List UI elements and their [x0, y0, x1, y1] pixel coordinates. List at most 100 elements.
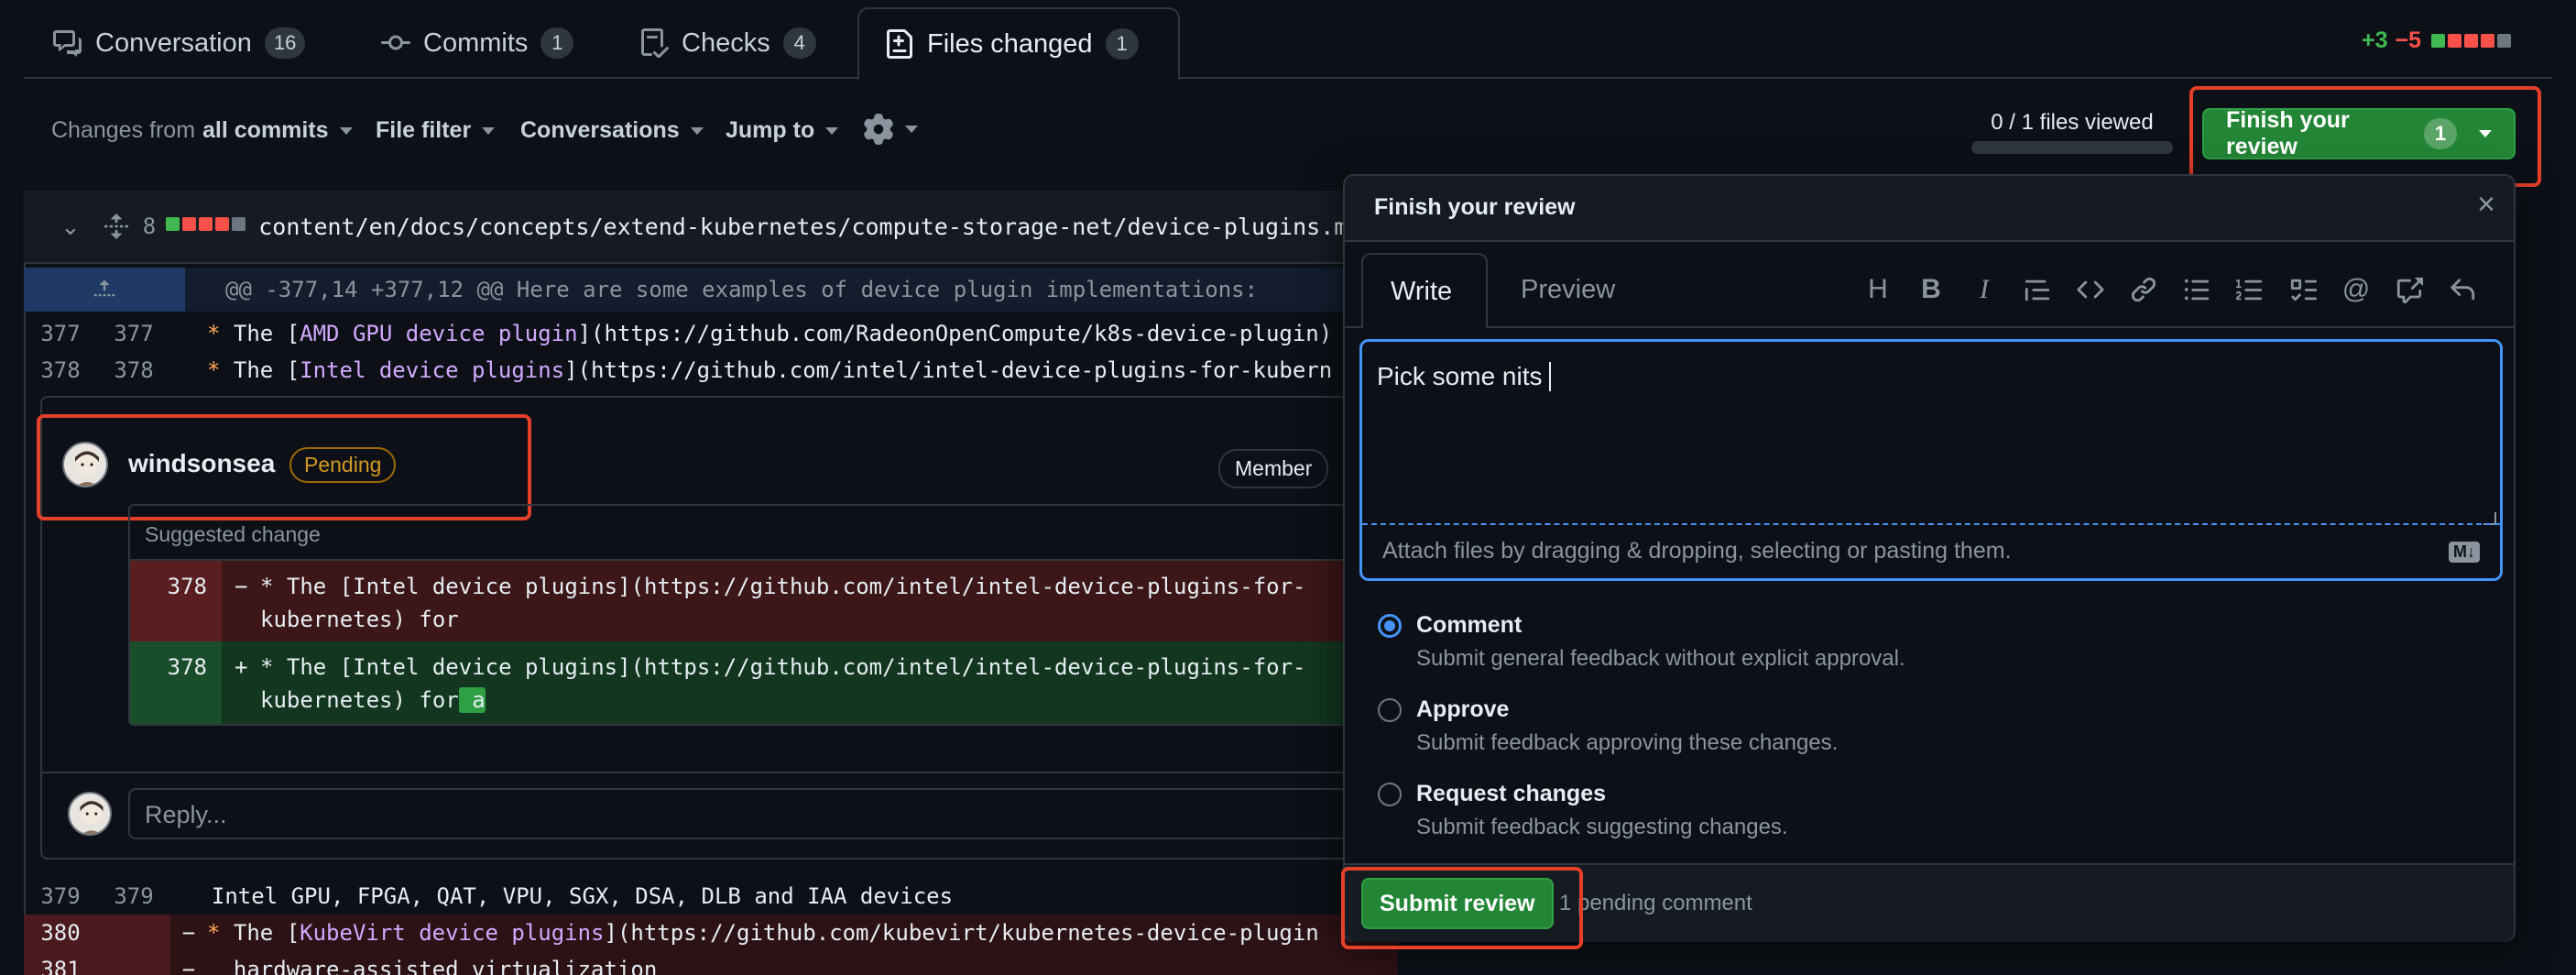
code-text: The [ [220, 357, 300, 383]
divider [1345, 326, 2514, 328]
suggestion-deleted-line: 378 − * The [Intel device plugins](https… [130, 561, 1411, 641]
task-list-icon[interactable] [2285, 271, 2321, 308]
pending-comment-count: 1 pending comment [1559, 891, 1752, 915]
new-line-number [97, 915, 170, 951]
unfold-icon[interactable] [103, 213, 130, 240]
code-text: ](https://github.com/intel/intel-device-… [564, 357, 1333, 383]
code-link-text: AMD GPU device plugin [300, 321, 578, 346]
option-request-changes-title: Request changes [1416, 781, 1607, 806]
changes-from-prefix: Changes from [51, 117, 196, 143]
diff-line-deleted: 381 − hardware-assisted virtualization [24, 951, 1398, 975]
new-line-number[interactable]: 377 [97, 321, 170, 346]
ordered-list-icon[interactable] [2232, 271, 2268, 308]
tab-checks-count: 4 [782, 27, 816, 59]
expand-up-button[interactable] [24, 268, 185, 312]
close-icon[interactable]: × [2477, 187, 2495, 223]
suggestion-added-line: 378 + * The [Intel device plugins](https… [130, 641, 1411, 724]
tab-write[interactable]: Write [1361, 253, 1488, 328]
reply-input[interactable]: Reply... [128, 788, 1411, 839]
chevron-down-icon [482, 126, 496, 135]
mention-icon[interactable]: @ [2338, 271, 2374, 308]
dialog-header: Finish your review × [1345, 176, 2514, 242]
new-line-number[interactable]: 379 [97, 883, 170, 909]
comment-discussion-icon [53, 30, 82, 57]
tab-commits-label: Commits [423, 27, 529, 58]
reply-icon[interactable] [2444, 271, 2481, 308]
text-cursor [1549, 362, 1552, 391]
radio-request-changes[interactable] [1378, 783, 1402, 806]
review-body-editor[interactable]: Pick some nits Attach files by dragging … [1359, 339, 2503, 581]
bullet-star: * [207, 920, 221, 946]
bullet-star: * [207, 357, 221, 383]
reply-placeholder: Reply... [145, 801, 227, 828]
diff-line-deleted: 380 − * The [KubeVirt device plugins](ht… [24, 915, 1398, 951]
tab-write-label: Write [1391, 277, 1453, 306]
hunk-header-text: @@ -377,14 +377,12 @@ Here are some exam… [225, 277, 1259, 302]
option-request-changes[interactable]: Request changes Submit feedback suggesti… [1378, 781, 1788, 840]
markdown-icon: M↓ [2449, 542, 2480, 563]
added-word-highlight: a [458, 687, 486, 713]
attach-files-hint[interactable]: Attach files by dragging & dropping, sel… [1382, 538, 2012, 564]
quote-icon[interactable] [2019, 271, 2056, 308]
bullet-star: * [207, 321, 221, 346]
old-line-number[interactable]: 377 [24, 321, 97, 346]
deleted-line-number: 378 [167, 574, 207, 599]
annotation-submit-review [1341, 867, 1583, 949]
radio-approve[interactable] [1378, 698, 1402, 722]
heading-icon[interactable]: H [1860, 271, 1896, 308]
jump-to-dropdown[interactable]: Jump to [726, 117, 839, 144]
unordered-list-icon[interactable] [2178, 271, 2215, 308]
option-approve-desc: Submit feedback approving these changes. [1416, 730, 1839, 755]
diff-line: 379 379 Intel GPU, FPGA, QAT, VPU, SGX, … [24, 878, 1398, 915]
jump-to-label: Jump to [726, 117, 815, 143]
old-line-number[interactable]: 378 [24, 357, 97, 383]
bold-icon[interactable]: B [1913, 271, 1949, 308]
tab-preview[interactable]: Preview [1521, 275, 1615, 305]
diff-settings-button[interactable] [863, 114, 918, 145]
added-line-number: 378 [167, 654, 207, 680]
link-icon[interactable] [2125, 271, 2162, 308]
old-line-number[interactable]: 381 [24, 951, 97, 975]
conversations-label: Conversations [520, 117, 680, 143]
old-line-number[interactable]: 380 [24, 915, 97, 951]
tab-commits-count: 1 [540, 27, 574, 59]
code-link-text: Intel device plugins [300, 357, 565, 383]
chevron-down-icon [339, 126, 353, 135]
option-request-changes-desc: Submit feedback suggesting changes. [1416, 815, 1788, 839]
code-link-text: KubeVirt device plugins [300, 920, 605, 946]
tab-conversation-count: 16 [264, 27, 306, 59]
option-approve[interactable]: Approve Submit feedback approving these … [1378, 696, 1838, 756]
file-filter-dropdown[interactable]: File filter [376, 117, 496, 144]
review-body-text-row: Pick some nits [1377, 362, 1552, 391]
file-path[interactable]: content/en/docs/concepts/extend-kubernet… [258, 214, 1361, 240]
code-icon[interactable] [2072, 271, 2109, 308]
deleted-line-text-2: kubernetes) for [260, 607, 459, 632]
tab-files-changed-label: Files changed [927, 28, 1093, 59]
radio-comment[interactable] [1378, 614, 1402, 638]
tab-conversation[interactable]: Conversation 16 [27, 7, 331, 79]
added-line-text-2: kubernetes) for [260, 687, 459, 713]
option-approve-title: Approve [1416, 696, 1510, 722]
deleted-sign: − [181, 920, 196, 946]
file-header: ⌄ 8 content/en/docs/concepts/extend-kube… [24, 191, 1398, 264]
added-sign: + [235, 654, 248, 680]
cross-reference-icon[interactable] [2391, 271, 2428, 308]
tab-files-changed[interactable]: Files changed 1 [857, 7, 1180, 81]
option-comment[interactable]: Comment Submit general feedback without … [1378, 612, 1905, 672]
diff-line: 378 378 * The [Intel device plugins](htt… [24, 352, 1398, 389]
changes-from-dropdown[interactable]: Changes from all commits [51, 117, 353, 144]
tab-checks[interactable]: Checks 4 [614, 7, 842, 79]
member-badge: Member [1218, 449, 1329, 488]
conversations-dropdown[interactable]: Conversations [520, 117, 704, 144]
new-line-number[interactable]: 378 [97, 357, 170, 383]
gear-icon [864, 114, 893, 145]
italic-icon[interactable]: I [1966, 271, 2003, 308]
tab-commits[interactable]: Commits 1 [355, 7, 599, 79]
deleted-sign: − [181, 957, 196, 975]
chevron-down-icon[interactable]: ⌄ [60, 213, 81, 241]
tab-conversation-label: Conversation [95, 27, 252, 58]
file-diff-icon [887, 29, 912, 59]
old-line-number[interactable]: 379 [24, 883, 97, 909]
chevron-down-icon [905, 126, 918, 133]
code-text: hardware-assisted virtualization [207, 957, 658, 975]
